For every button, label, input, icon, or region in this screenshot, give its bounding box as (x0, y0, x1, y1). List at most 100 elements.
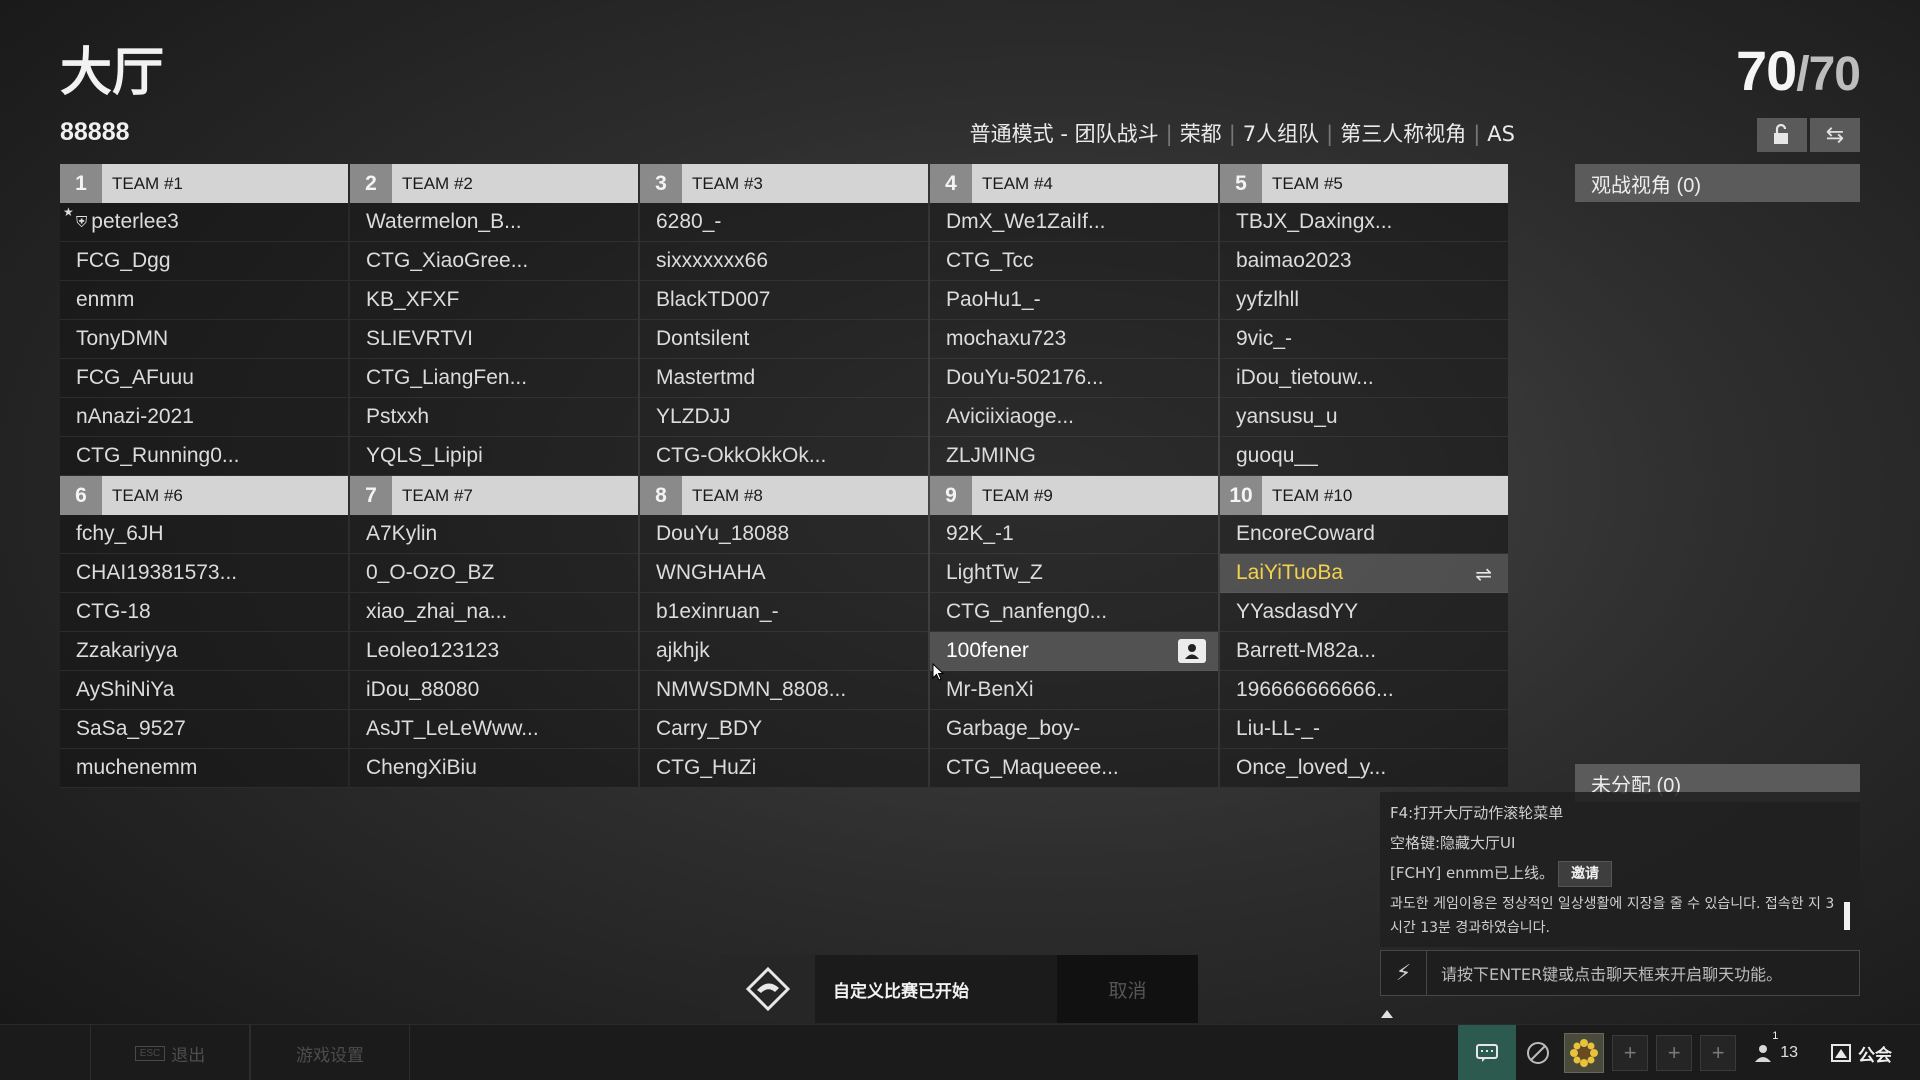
add-party-slot-3[interactable]: + (1700, 1035, 1737, 1071)
player-slot[interactable]: Zzakariyya (60, 632, 348, 671)
player-slot[interactable]: CTG_Maqueeee... (930, 749, 1218, 788)
player-slot[interactable]: muchenemm (60, 749, 348, 788)
player-slot[interactable]: nAnazi-2021 (60, 398, 348, 437)
player-slot[interactable]: Mastertmd (640, 359, 928, 398)
player-slot[interactable]: ZLJMING (930, 437, 1218, 476)
player-slot[interactable]: FCG_Dgg (60, 242, 348, 281)
game-settings-button[interactable]: 游戏设置 (250, 1025, 410, 1080)
add-party-slot-2[interactable]: + (1656, 1035, 1693, 1071)
player-slot[interactable]: Once_loved_y... (1220, 749, 1508, 788)
player-slot[interactable]: CTG_nanfeng0... (930, 593, 1218, 632)
profile-icon[interactable] (1178, 639, 1206, 663)
player-slot[interactable]: Dontsilent (640, 320, 928, 359)
player-slot[interactable]: CTG-18 (60, 593, 348, 632)
player-slot[interactable]: 92K_-1 (930, 515, 1218, 554)
player-slot[interactable]: 196666666666... (1220, 671, 1508, 710)
player-slot[interactable]: mochaxu723 (930, 320, 1218, 359)
player-slot[interactable]: CTG_Running0... (60, 437, 348, 476)
player-slot[interactable]: CHAI19381573... (60, 554, 348, 593)
player-slot[interactable]: SLIEVRTVI (350, 320, 638, 359)
friends-button[interactable]: 1 13 (1754, 1030, 1798, 1064)
player-slot[interactable]: b1exinruan_- (640, 593, 928, 632)
player-slot[interactable]: DouYu_18088 (640, 515, 928, 554)
player-slot[interactable]: PaoHu1_- (930, 281, 1218, 320)
player-slot[interactable]: CTG-OkkOkkOk... (640, 437, 928, 476)
player-slot[interactable]: baimao2023 (1220, 242, 1508, 281)
player-slot[interactable]: AyShiNiYa (60, 671, 348, 710)
team-header[interactable]: 7 TEAM #7 (350, 476, 638, 515)
player-slot[interactable]: TonyDMN (60, 320, 348, 359)
lightning-icon[interactable]: ⚡ (1381, 950, 1427, 996)
player-slot[interactable]: 0_O-OzO_BZ (350, 554, 638, 593)
team-header[interactable]: 5 TEAM #5 (1220, 164, 1508, 203)
player-slot[interactable]: SaSa_9527 (60, 710, 348, 749)
team-header[interactable]: 9 TEAM #9 (930, 476, 1218, 515)
player-slot[interactable]: CTG_Tcc (930, 242, 1218, 281)
player-slot[interactable]: NMWSDMN_8808... (640, 671, 928, 710)
team-header[interactable]: 10 TEAM #10 (1220, 476, 1508, 515)
swap-teams-button[interactable]: ⇆ (1810, 118, 1860, 152)
player-slot[interactable]: ★ ⛨ peterlee3 (60, 203, 348, 242)
team-header[interactable]: 6 TEAM #6 (60, 476, 348, 515)
player-slot[interactable]: yansusu_u (1220, 398, 1508, 437)
player-slot[interactable]: 100fener (930, 632, 1218, 671)
exit-button[interactable]: ESC 退出 (90, 1025, 250, 1080)
player-slot[interactable]: enmm (60, 281, 348, 320)
cancel-button[interactable]: 取消 (1057, 955, 1198, 1023)
team-header[interactable]: 1 TEAM #1 (60, 164, 348, 203)
chat-scrollbar[interactable] (1844, 902, 1850, 930)
mute-button[interactable] (1516, 1025, 1560, 1080)
lock-button[interactable] (1757, 118, 1807, 152)
player-slot[interactable]: iDou_88080 (350, 671, 638, 710)
player-slot[interactable]: AsJT_LeLeWww... (350, 710, 638, 749)
team-header[interactable]: 4 TEAM #4 (930, 164, 1218, 203)
clan-button[interactable]: 公会 (1812, 1041, 1920, 1066)
player-slot[interactable]: DmX_We1ZaiIf... (930, 203, 1218, 242)
player-slot[interactable]: ChengXiBiu (350, 749, 638, 788)
player-slot[interactable]: sixxxxxxx66 (640, 242, 928, 281)
player-slot[interactable]: A7Kylin (350, 515, 638, 554)
chat-toggle-button[interactable] (1458, 1025, 1517, 1080)
player-slot[interactable]: yyfzlhll (1220, 281, 1508, 320)
player-slot[interactable]: iDou_tietouw... (1220, 359, 1508, 398)
team-header[interactable]: 8 TEAM #8 (640, 476, 928, 515)
player-slot[interactable]: FCG_AFuuu (60, 359, 348, 398)
team-header[interactable]: 2 TEAM #2 (350, 164, 638, 203)
player-slot[interactable]: Mr-BenXi (930, 671, 1218, 710)
player-slot[interactable]: YYasdasdYY (1220, 593, 1508, 632)
invite-button[interactable]: 邀请 (1557, 861, 1612, 887)
player-slot[interactable]: ajkhjk (640, 632, 928, 671)
player-slot[interactable]: LightTw_Z (930, 554, 1218, 593)
player-slot[interactable]: fchy_6JH (60, 515, 348, 554)
player-slot[interactable]: WNGHAHA (640, 554, 928, 593)
player-slot[interactable]: 9vic_- (1220, 320, 1508, 359)
spectator-slot[interactable]: 观战视角 (0) (1575, 164, 1860, 202)
player-slot[interactable]: Barrett-M82a... (1220, 632, 1508, 671)
player-slot[interactable]: Pstxxh (350, 398, 638, 437)
player-slot[interactable]: Liu-LL-_- (1220, 710, 1508, 749)
player-slot[interactable]: Carry_BDY (640, 710, 928, 749)
player-slot[interactable]: YQLS_Lipipi (350, 437, 638, 476)
player-slot[interactable]: TBJX_Daxingx... (1220, 203, 1508, 242)
player-slot[interactable]: xiao_zhai_na... (350, 593, 638, 632)
player-slot[interactable]: CTG_LiangFen... (350, 359, 638, 398)
player-slot[interactable]: YLZDJJ (640, 398, 928, 437)
player-slot[interactable]: CTG_HuZi (640, 749, 928, 788)
player-slot[interactable]: CTG_XiaoGree... (350, 242, 638, 281)
player-slot[interactable]: Leoleo123123 (350, 632, 638, 671)
player-slot[interactable]: LaiYiTuoBa ⇌ (1220, 554, 1508, 593)
player-slot[interactable]: DouYu-502176... (930, 359, 1218, 398)
player-slot[interactable]: Garbage_boy- (930, 710, 1218, 749)
player-slot[interactable]: BlackTD007 (640, 281, 928, 320)
player-slot[interactable]: 6280_- (640, 203, 928, 242)
add-party-slot-1[interactable]: + (1612, 1035, 1649, 1071)
player-avatar[interactable] (1564, 1033, 1605, 1073)
player-slot[interactable]: Aviciixiaoge... (930, 398, 1218, 437)
player-slot[interactable]: EncoreCoward (1220, 515, 1508, 554)
chat-input[interactable]: ⚡ 请按下ENTER键或点击聊天框来开启聊天功能。 (1380, 950, 1860, 996)
player-slot[interactable]: guoqu__ (1220, 437, 1508, 476)
swap-icon[interactable]: ⇌ (1475, 562, 1492, 587)
team-header[interactable]: 3 TEAM #3 (640, 164, 928, 203)
expand-arrow-icon[interactable] (1381, 1010, 1393, 1018)
player-slot[interactable]: KB_XFXF (350, 281, 638, 320)
